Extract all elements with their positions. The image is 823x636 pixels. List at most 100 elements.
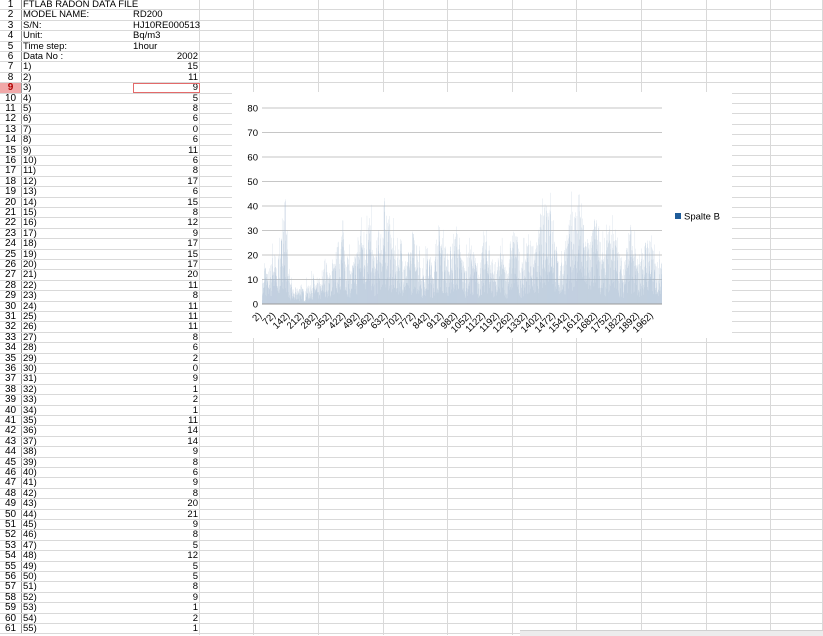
cell-b[interactable]: 20 — [133, 270, 199, 279]
cell-b[interactable]: Bq/m3 — [133, 31, 199, 40]
row-header[interactable]: 9 — [0, 83, 22, 92]
cell-b[interactable]: 14 — [133, 426, 199, 435]
sheet-row[interactable]: 6054)2 — [0, 614, 823, 624]
sheet-row[interactable]: 82)11 — [0, 73, 823, 83]
row-header[interactable]: 41 — [0, 416, 22, 425]
cell-a[interactable]: 7) — [23, 125, 133, 134]
cell-a[interactable]: 51) — [23, 582, 133, 591]
cell-b[interactable]: 12 — [133, 551, 199, 560]
cell-a[interactable]: 11) — [23, 166, 133, 175]
sheet-row[interactable]: 4Unit:Bq/m3 — [0, 31, 823, 41]
sheet-row[interactable]: 4943)20 — [0, 499, 823, 509]
cell-b[interactable]: 2 — [133, 395, 199, 404]
cell-a[interactable]: Time step: — [23, 42, 133, 51]
cell-a[interactable]: 6) — [23, 114, 133, 123]
row-header[interactable]: 59 — [0, 603, 22, 612]
row-header[interactable]: 5 — [0, 42, 22, 51]
cell-a[interactable]: 27) — [23, 333, 133, 342]
cell-a[interactable]: 12) — [23, 177, 133, 186]
row-header[interactable]: 20 — [0, 198, 22, 207]
sheet-row[interactable]: 4034)1 — [0, 406, 823, 416]
row-header[interactable]: 47 — [0, 478, 22, 487]
cell-a[interactable]: 50) — [23, 572, 133, 581]
cell-b[interactable]: 15 — [133, 198, 199, 207]
cell-b[interactable]: 17 — [133, 260, 199, 269]
cell-b[interactable]: 12 — [133, 218, 199, 227]
cell-b[interactable]: 9 — [133, 478, 199, 487]
cell-b[interactable]: 11 — [133, 312, 199, 321]
cell-b[interactable]: 8 — [133, 166, 199, 175]
cell-a[interactable]: FTLAB RADON DATA FILE — [23, 0, 133, 9]
cell-b[interactable]: 1 — [133, 406, 199, 415]
cell-a[interactable]: 2) — [23, 73, 133, 82]
cell-a[interactable]: MODEL NAME: — [23, 10, 133, 19]
cell-a[interactable]: 1) — [23, 62, 133, 71]
cell-a[interactable]: 43) — [23, 499, 133, 508]
row-header[interactable]: 44 — [0, 447, 22, 456]
cell-b[interactable]: 2 — [133, 354, 199, 363]
cell-a[interactable]: 35) — [23, 416, 133, 425]
row-header[interactable]: 30 — [0, 302, 22, 311]
cell-a[interactable]: 52) — [23, 593, 133, 602]
sheet-row[interactable]: 3731)9 — [0, 374, 823, 384]
cell-b[interactable]: 0 — [133, 364, 199, 373]
cell-a[interactable]: 30) — [23, 364, 133, 373]
cell-b[interactable]: 9 — [133, 447, 199, 456]
sheet-row[interactable]: 5751)8 — [0, 582, 823, 592]
sheet-row[interactable]: 5448)12 — [0, 551, 823, 561]
cell-b[interactable]: 8 — [133, 104, 199, 113]
cell-a[interactable]: 38) — [23, 447, 133, 456]
cell-a[interactable]: 17) — [23, 229, 133, 238]
cell-b[interactable]: 2002 — [133, 52, 199, 61]
row-header[interactable]: 2 — [0, 10, 22, 19]
row-header[interactable]: 8 — [0, 73, 22, 82]
row-header[interactable]: 56 — [0, 572, 22, 581]
cell-b[interactable]: 6 — [133, 135, 199, 144]
cell-b[interactable]: 8 — [133, 489, 199, 498]
cell-b[interactable]: 21 — [133, 510, 199, 519]
row-header[interactable]: 43 — [0, 437, 22, 446]
row-header[interactable]: 21 — [0, 208, 22, 217]
cell-b[interactable]: 5 — [133, 541, 199, 550]
row-header[interactable]: 11 — [0, 104, 22, 113]
cell-a[interactable]: Data No : — [23, 52, 133, 61]
row-header[interactable]: 61 — [0, 624, 22, 633]
sheet-row[interactable]: 4741)9 — [0, 478, 823, 488]
cell-a[interactable]: 28) — [23, 343, 133, 352]
row-header[interactable]: 19 — [0, 187, 22, 196]
sheet-row[interactable]: 3S/N:HJ10RE000513 — [0, 21, 823, 31]
row-header[interactable]: 6 — [0, 52, 22, 61]
cell-a[interactable]: 13) — [23, 187, 133, 196]
cell-a[interactable]: 36) — [23, 426, 133, 435]
row-header[interactable]: 55 — [0, 562, 22, 571]
cell-a[interactable]: 23) — [23, 291, 133, 300]
row-header[interactable]: 53 — [0, 541, 22, 550]
row-header[interactable]: 13 — [0, 125, 22, 134]
cell-a[interactable]: 15) — [23, 208, 133, 217]
row-header[interactable]: 39 — [0, 395, 22, 404]
sheet-row[interactable]: 4640)6 — [0, 468, 823, 478]
cell-b[interactable]: 8 — [133, 291, 199, 300]
cell-a[interactable]: 4) — [23, 94, 133, 103]
cell-a[interactable]: 54) — [23, 614, 133, 623]
sheet-row[interactable]: 5044)21 — [0, 510, 823, 520]
row-header[interactable]: 14 — [0, 135, 22, 144]
cell-b[interactable]: 9 — [133, 520, 199, 529]
cell-b[interactable]: 6 — [133, 187, 199, 196]
sheet-row[interactable]: 5Time step:1hour — [0, 42, 823, 52]
sheet-row[interactable]: 5347)5 — [0, 541, 823, 551]
sheet-row[interactable]: 4842)8 — [0, 489, 823, 499]
sheet-row[interactable]: 5145)9 — [0, 520, 823, 530]
cell-a[interactable]: 9) — [23, 146, 133, 155]
sheet-row[interactable]: 3529)2 — [0, 354, 823, 364]
cell-b[interactable]: 6 — [133, 468, 199, 477]
row-header[interactable]: 26 — [0, 260, 22, 269]
cell-a[interactable]: 48) — [23, 551, 133, 560]
row-header[interactable]: 10 — [0, 94, 22, 103]
sheet-row[interactable]: 6Data No :2002 — [0, 52, 823, 62]
cell-a[interactable]: 24) — [23, 302, 133, 311]
row-header[interactable]: 38 — [0, 385, 22, 394]
sheet-row[interactable]: 4539)8 — [0, 458, 823, 468]
row-header[interactable]: 29 — [0, 291, 22, 300]
sheet-row[interactable]: 5852)9 — [0, 593, 823, 603]
